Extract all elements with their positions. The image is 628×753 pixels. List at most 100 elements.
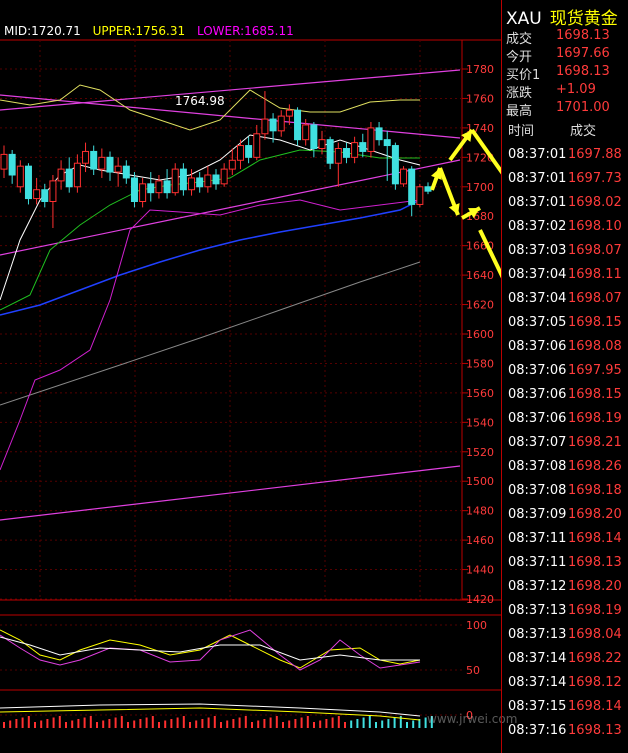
tick-row[interactable]: 08:37:14 1698.12	[502, 675, 628, 699]
candle-body	[155, 180, 163, 194]
candle-body	[253, 133, 261, 158]
tick-price: 1698.14	[568, 699, 622, 714]
candle-body	[408, 168, 416, 205]
candle-body	[98, 156, 106, 170]
candle-body	[310, 124, 318, 149]
tick-row[interactable]: 08:37:06 1698.19	[502, 411, 628, 435]
tick-price: 1698.13	[568, 723, 622, 738]
tick-row[interactable]: 08:37:12 1698.20	[502, 579, 628, 603]
legend-lower: LOWER:1685.11	[196, 24, 294, 38]
tick-row[interactable]: 08:37:13 1698.19	[502, 603, 628, 627]
tick-row[interactable]: 08:37:04 1698.11	[502, 267, 628, 291]
candle-body	[106, 156, 114, 173]
tick-row[interactable]: 08:37:03 1698.07	[502, 243, 628, 267]
tick-price: 1698.19	[568, 603, 622, 618]
candle-body	[0, 153, 8, 170]
axis-tick-label: 1540	[466, 416, 494, 429]
tick-row[interactable]: 08:37:06 1697.95	[502, 363, 628, 387]
candle-body	[82, 150, 90, 164]
candle-body	[342, 148, 350, 158]
candle-body	[196, 177, 204, 188]
tick-row[interactable]: 08:37:08 1698.18	[502, 483, 628, 507]
axis-tick-label: 1460	[466, 534, 494, 547]
tick-time: 08:37:08	[508, 459, 567, 474]
tick-time: 08:37:06	[508, 387, 567, 402]
candle-body	[122, 165, 130, 179]
tick-price: 1698.12	[568, 675, 622, 690]
tick-price: 1698.08	[568, 339, 622, 354]
candle-body	[179, 168, 187, 191]
candle-body	[302, 124, 310, 141]
tick-price: 1698.15	[568, 315, 622, 330]
tick-row[interactable]: 08:37:01 1697.88	[502, 147, 628, 171]
tick-time: 08:37:05	[508, 315, 567, 330]
tick-price: 1698.21	[568, 435, 622, 450]
tick-row[interactable]: 08:37:16 1698.13	[502, 723, 628, 747]
tick-row[interactable]: 08:37:14 1698.22	[502, 651, 628, 675]
quote-label: 涨跌	[506, 86, 533, 101]
tick-row[interactable]: 08:37:13 1698.04	[502, 627, 628, 651]
symbol-code: XAU	[506, 9, 542, 29]
tick-row[interactable]: 08:37:05 1698.15	[502, 315, 628, 339]
quote-row: 今开 1697.66	[506, 46, 626, 65]
tick-time: 08:37:11	[508, 555, 567, 570]
axis-tick-label: 1420	[466, 593, 494, 606]
tick-row[interactable]: 08:37:01 1698.02	[502, 195, 628, 219]
candle-body	[212, 174, 220, 185]
tick-row[interactable]: 08:37:11 1698.14	[502, 531, 628, 555]
candle-body	[73, 162, 81, 188]
candle-body	[33, 189, 41, 200]
tick-row[interactable]: 08:37:08 1698.26	[502, 459, 628, 483]
quote-row: 买价1 1698.13	[506, 64, 626, 83]
tick-row[interactable]: 08:37:15 1698.14	[502, 699, 628, 723]
tick-row[interactable]: 08:37:02 1698.10	[502, 219, 628, 243]
tick-row[interactable]: 08:37:06 1698.08	[502, 339, 628, 363]
tick-row[interactable]: 08:37:11 1698.13	[502, 555, 628, 579]
candle-body	[294, 109, 302, 141]
price-chart[interactable]: 1780176017401720170016801660164016201600…	[0, 0, 501, 753]
tick-row[interactable]: 08:37:06 1698.15	[502, 387, 628, 411]
candle-body	[359, 142, 367, 152]
candle-body	[285, 109, 293, 117]
tick-time: 08:37:01	[508, 171, 567, 186]
candle-body	[228, 159, 236, 170]
quote-label: 成交	[506, 32, 533, 47]
candle-body	[8, 153, 16, 176]
tick-time: 08:37:16	[508, 723, 567, 738]
tick-row[interactable]: 08:37:07 1698.21	[502, 435, 628, 459]
tick-row[interactable]: 08:37:04 1698.07	[502, 291, 628, 315]
quote-label: 今开	[506, 50, 533, 65]
quote-row: 成交 1698.13	[506, 28, 626, 47]
volume-ma2-line	[0, 703, 421, 717]
tick-time: 08:37:15	[508, 699, 567, 714]
candle-body	[269, 118, 277, 132]
tick-time: 08:37:11	[508, 531, 567, 546]
candle-body	[114, 165, 122, 173]
tick-time: 08:37:04	[508, 267, 567, 282]
candle-body	[41, 189, 49, 203]
tick-price: 1698.10	[568, 219, 622, 234]
candle-body	[139, 183, 147, 202]
quote-value: +1.09	[556, 82, 596, 97]
tick-row[interactable]: 08:37:01 1697.73	[502, 171, 628, 195]
candle-body	[130, 177, 138, 202]
legend-mid: MID:1720.71	[4, 24, 81, 38]
quote-row: 最高 1701.00	[506, 100, 626, 119]
tick-price: 1698.07	[568, 243, 622, 258]
axis-tick-label: 1580	[466, 357, 494, 370]
candle-body	[261, 118, 269, 135]
volume-ma-line	[0, 707, 421, 721]
symbol-name: 现货黄金	[549, 9, 618, 29]
candle-body	[163, 180, 171, 194]
axis-tick-label: 1780	[466, 63, 494, 76]
candle-body	[334, 148, 342, 164]
osc-axis-label: 50	[466, 664, 480, 677]
candle-body	[236, 145, 244, 161]
candle-body	[318, 139, 326, 150]
tick-time: 08:37:08	[508, 483, 567, 498]
candle-body	[204, 174, 212, 188]
tick-time: 08:37:03	[508, 243, 567, 258]
tick-time: 08:37:12	[508, 579, 567, 594]
candle-body	[16, 165, 24, 188]
tick-row[interactable]: 08:37:09 1698.20	[502, 507, 628, 531]
